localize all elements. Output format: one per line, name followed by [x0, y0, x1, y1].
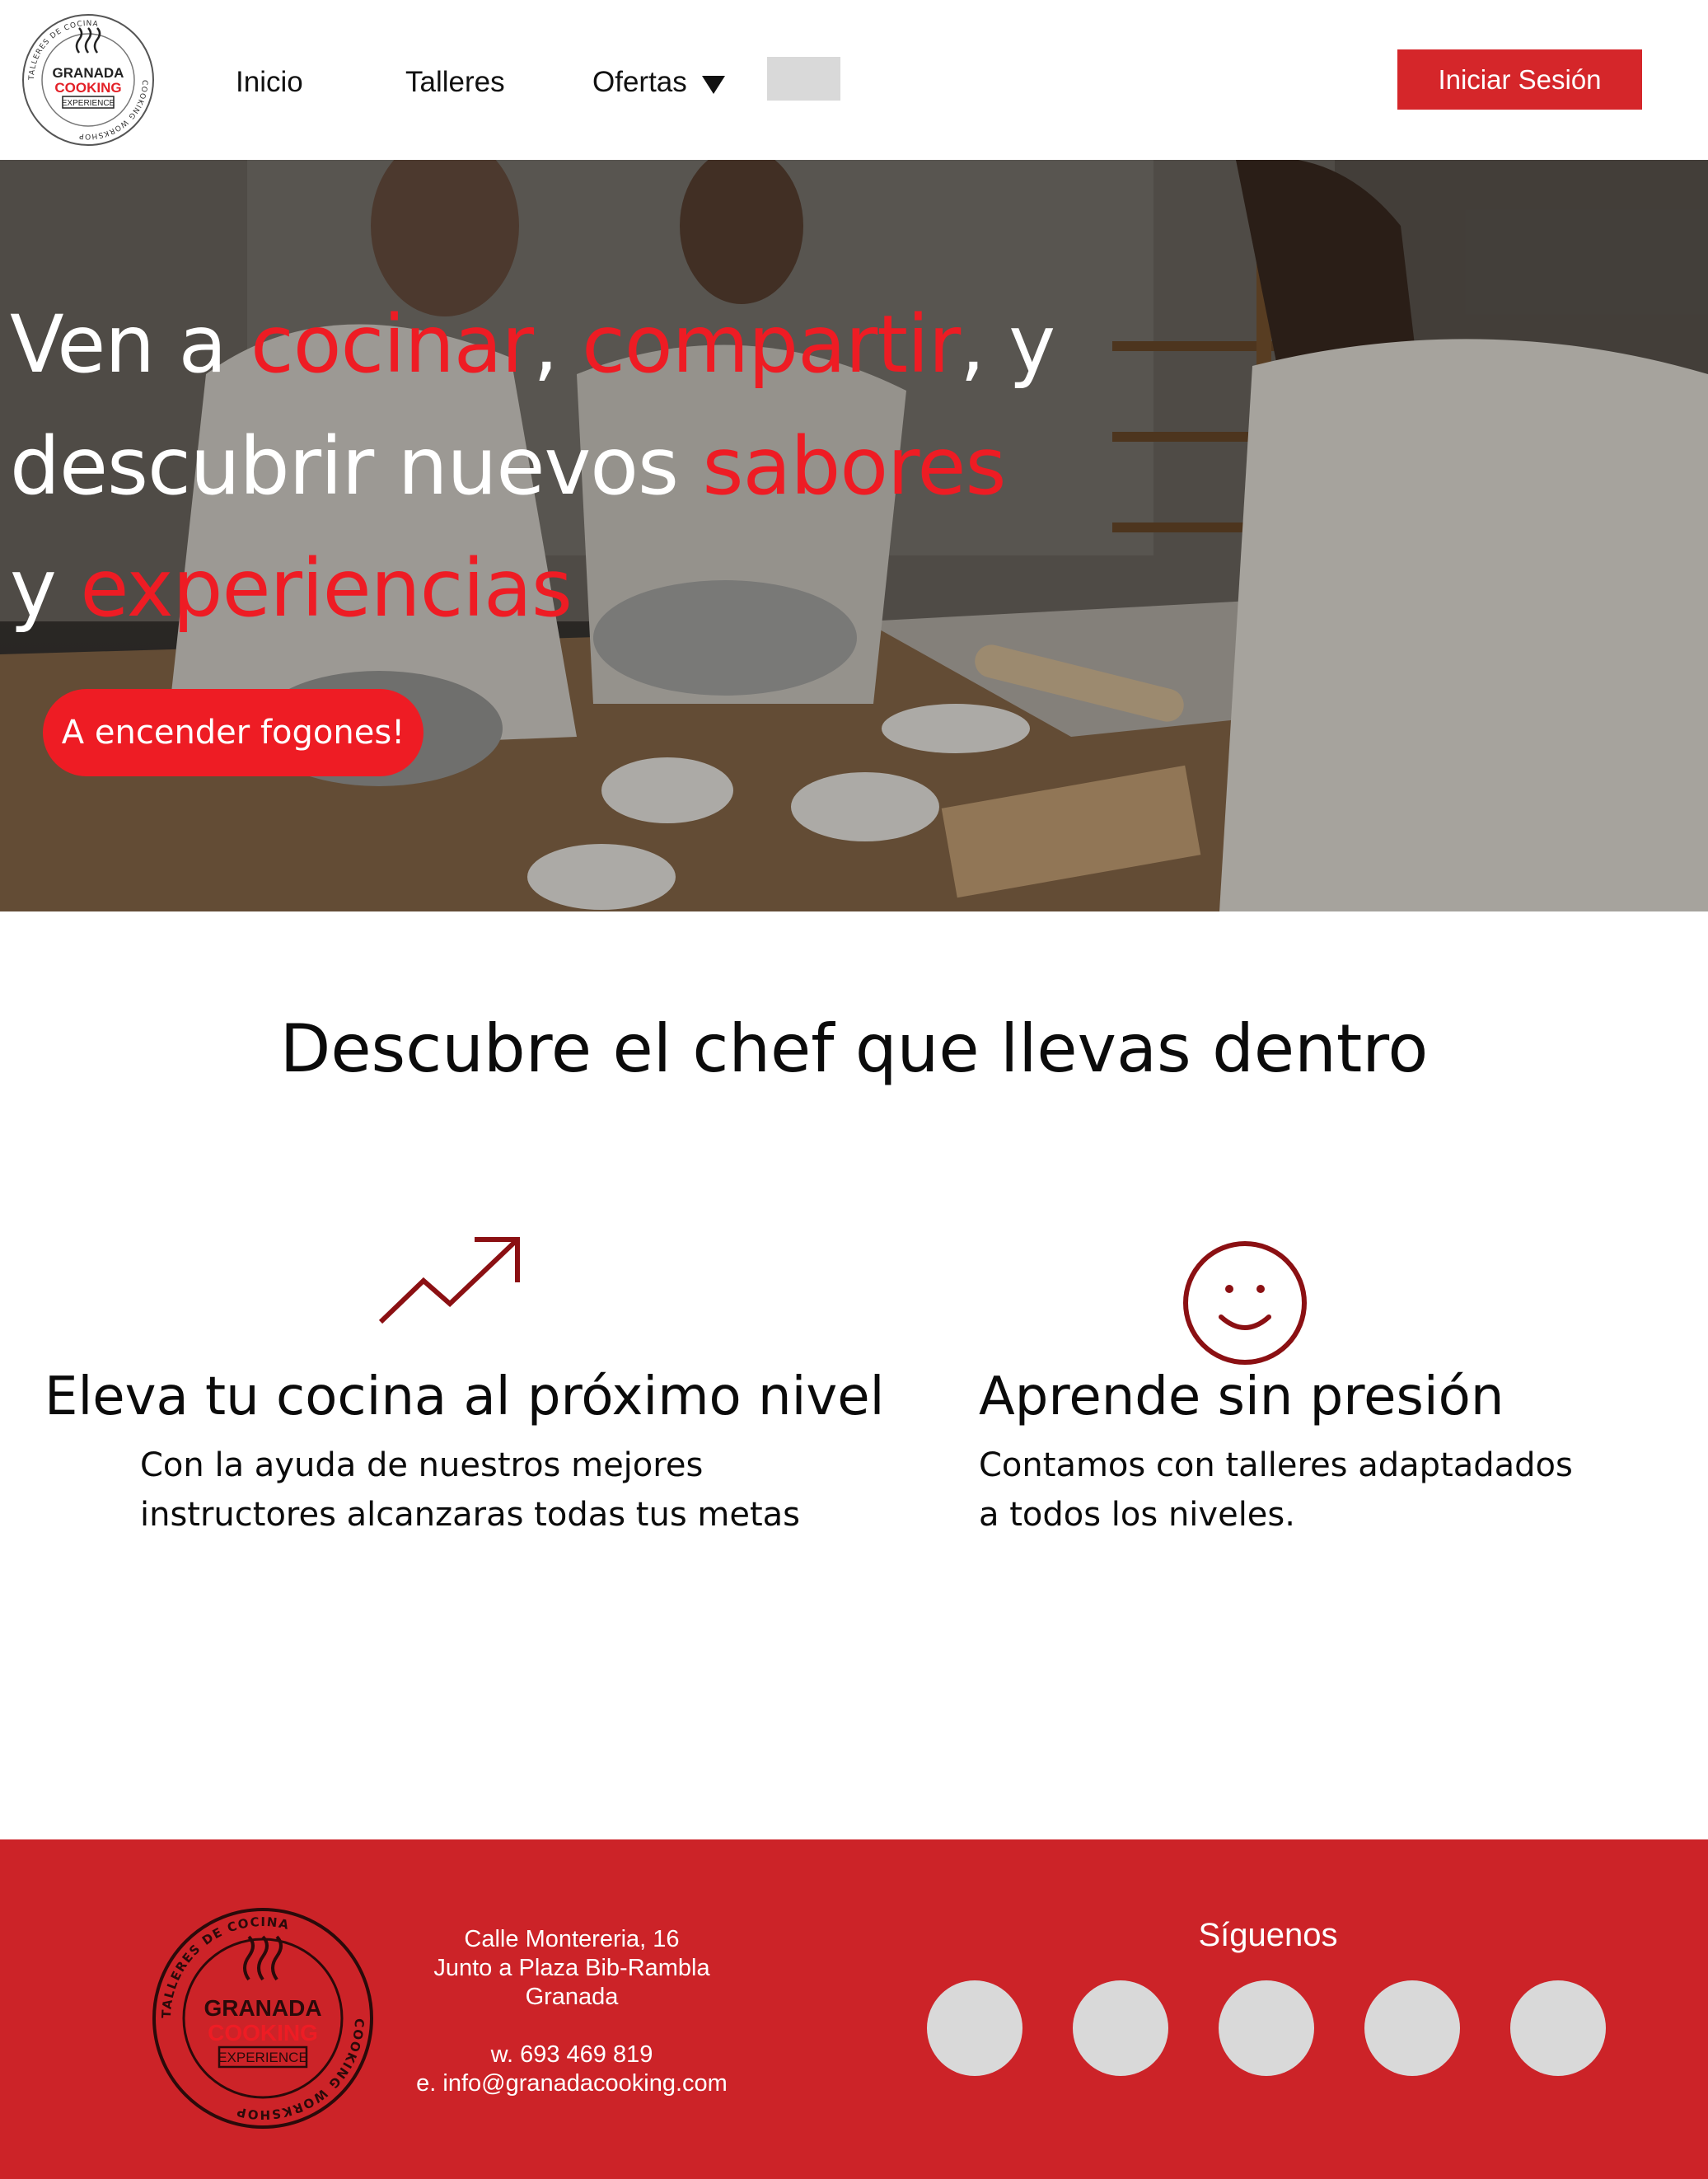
feature-desc-level: Con la ayuda de nuestros mejores instruc… — [140, 1441, 800, 1539]
social-icon-3[interactable] — [1219, 1980, 1314, 2076]
hero-highlight-sabores: sabores — [702, 420, 1007, 513]
svg-text:EXPERIENCE: EXPERIENCE — [62, 99, 115, 108]
svg-text:EXPERIENCE: EXPERIENCE — [218, 2050, 308, 2065]
hero-highlight-cocinar: cocinar — [250, 298, 534, 391]
social-icon-2[interactable] — [1073, 1980, 1168, 2076]
address-line: Calle Montereria, 16 — [464, 1926, 680, 1952]
feature-desc-line: instructores alcanzaras todas tus metas — [140, 1496, 800, 1534]
email-address[interactable]: e. info@granadacooking.com — [379, 2069, 765, 2098]
follow-us-title: Síguenos — [1198, 1917, 1338, 1953]
social-icon-5[interactable] — [1510, 1980, 1606, 2076]
address-line: Granada — [525, 1984, 619, 2010]
address-line: Junto a Plaza Bib-Rambla — [433, 1955, 710, 1981]
site-footer: TALLERES DE COCINA COOKING WORKSHOP GRAN… — [0, 1839, 1708, 2179]
social-icon-4[interactable] — [1364, 1980, 1460, 2076]
phone-number[interactable]: w. 693 469 819 — [379, 2041, 765, 2069]
contact-info: Calle Montereria, 16 Junto a Plaza Bib-R… — [379, 1925, 765, 2098]
hero-headline: Ven a cocinar, compartir, y descubrir nu… — [10, 284, 1147, 649]
feature-desc-line: a todos los niveles. — [979, 1496, 1295, 1534]
nav-placeholder-box[interactable] — [767, 57, 840, 101]
hero-text: , — [533, 298, 583, 391]
hero-section: Ven a cocinar, compartir, y descubrir nu… — [0, 160, 1708, 911]
feature-desc-line: Con la ayuda de nuestros mejores — [140, 1446, 704, 1484]
address-spacer — [379, 2012, 765, 2041]
feature-desc-line: Contamos con talleres adaptadados — [979, 1446, 1573, 1484]
nav-inicio[interactable]: Inicio — [236, 64, 303, 101]
hero-text: y — [10, 542, 81, 635]
site-header: TALLERES DE COCINA COOKING WORKSHOP GRAN… — [0, 0, 1708, 160]
hero-highlight-experiencias: experiencias — [80, 542, 573, 635]
hero-highlight-compartir: compartir — [582, 298, 961, 391]
svg-text:GRANADA: GRANADA — [53, 65, 124, 81]
hero-text: descubrir nuevos — [10, 420, 703, 513]
footer-brand-logo[interactable]: TALLERES DE COCINA COOKING WORKSHOP GRAN… — [152, 1907, 374, 2130]
feature-desc-pressure: Contamos con talleres adaptadados a todo… — [979, 1441, 1573, 1539]
social-icon-1[interactable] — [927, 1980, 1022, 2076]
smile-icon — [1183, 1241, 1307, 1365]
svg-text:COOKING: COOKING — [208, 2020, 318, 2045]
nav-talleres[interactable]: Talleres — [405, 64, 505, 101]
hero-text: , y — [960, 298, 1055, 391]
nav-ofertas-label: Ofertas — [592, 66, 687, 98]
section-title: Descubre el chef que llevas dentro — [279, 1010, 1429, 1087]
caret-down-icon — [701, 76, 725, 94]
svg-text:GRANADA: GRANADA — [204, 1995, 321, 2021]
feature-title-pressure: Aprende sin presión — [979, 1366, 1504, 1427]
svg-text:COOKING: COOKING — [54, 80, 121, 96]
nav-ofertas-dropdown[interactable]: Ofertas — [592, 64, 725, 101]
brand-logo[interactable]: TALLERES DE COCINA COOKING WORKSHOP GRAN… — [21, 13, 155, 147]
hero-text: Ven a — [10, 298, 250, 391]
feature-title-level: Eleva tu cocina al próximo nivel — [44, 1366, 885, 1427]
trending-up-icon — [378, 1237, 520, 1324]
hero-cta-button[interactable]: A encender fogones! — [43, 689, 423, 776]
login-button[interactable]: Iniciar Sesión — [1397, 49, 1642, 110]
